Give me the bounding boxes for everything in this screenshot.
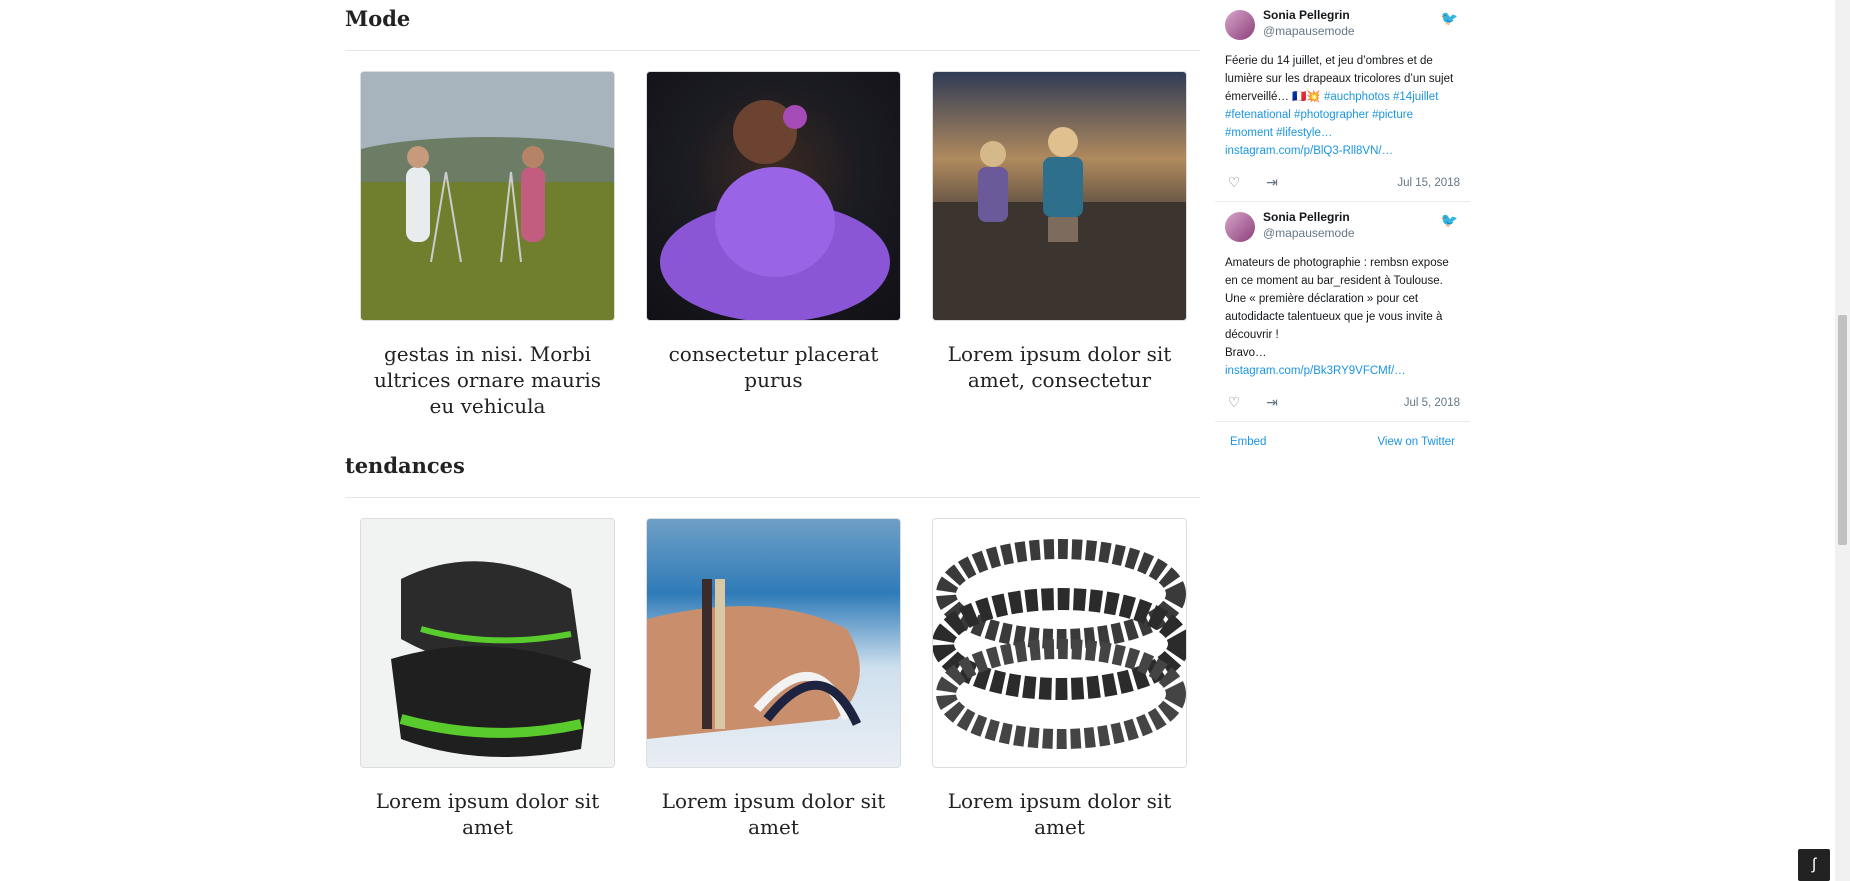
tweet-text: Féerie du 14 juillet, et jeu d’ombres et… xyxy=(1225,52,1460,160)
tweet-link[interactable]: instagram.com/p/Bk3RY9VFCMf/… xyxy=(1225,362,1460,380)
product-image[interactable] xyxy=(646,518,901,768)
tweet-date[interactable]: Jul 15, 2018 xyxy=(1397,177,1460,189)
product-caption[interactable]: Lorem ipsum dolor sit amet xyxy=(646,788,901,840)
avatar[interactable] xyxy=(1225,10,1255,40)
product-caption[interactable]: Lorem ipsum dolor sit amet xyxy=(932,788,1187,840)
twitter-bird-icon[interactable]: 🐦 xyxy=(1441,212,1458,229)
product-card[interactable]: Lorem ipsum dolor sit amet xyxy=(360,518,615,840)
symfony-icon[interactable]: ʃ xyxy=(1798,849,1830,881)
twitter-timeline: Sonia Pellegrin @mapausemode 🐦 Féerie du… xyxy=(1215,0,1470,462)
heart-icon[interactable]: ♡ xyxy=(1225,394,1243,411)
main-content: Mode gestas in nisi. Morbi ultrices orna… xyxy=(345,0,1200,840)
product-image[interactable] xyxy=(932,518,1187,768)
tweet[interactable]: Sonia Pellegrin @mapausemode 🐦 Féerie du… xyxy=(1215,0,1470,202)
product-image[interactable] xyxy=(932,71,1187,321)
product-card[interactable]: Lorem ipsum dolor sit amet xyxy=(646,518,901,840)
twitter-bird-icon[interactable]: 🐦 xyxy=(1441,10,1458,27)
tweet[interactable]: Sonia Pellegrin @mapausemode 🐦 Amateurs … xyxy=(1215,202,1470,422)
embed-link[interactable]: Embed xyxy=(1230,436,1266,448)
tweet-body-continued: Bravo… xyxy=(1225,347,1267,359)
section-title-tendances: tendances xyxy=(345,447,1200,498)
product-caption[interactable]: gestas in nisi. Morbi ultrices ornare ma… xyxy=(360,341,615,419)
product-caption[interactable]: Lorem ipsum dolor sit amet, consectetur xyxy=(932,341,1187,393)
heart-icon[interactable]: ♡ xyxy=(1225,174,1243,191)
product-image[interactable] xyxy=(360,71,615,321)
tendances-grid: Lorem ipsum dolor sit amet Lorem ipsum d… xyxy=(345,498,1200,840)
product-card[interactable]: Lorem ipsum dolor sit amet, consectetur xyxy=(932,71,1187,419)
product-card[interactable]: consectetur placerat purus xyxy=(646,71,901,419)
avatar[interactable] xyxy=(1225,212,1255,242)
tweet-body: Amateurs de photographie : rembsn expose… xyxy=(1225,257,1449,341)
tweet-author-handle[interactable]: @mapausemode xyxy=(1263,24,1355,38)
product-card[interactable]: gestas in nisi. Morbi ultrices ornare ma… xyxy=(360,71,615,419)
section-title-mode: Mode xyxy=(345,0,1200,51)
tweet-author-handle[interactable]: @mapausemode xyxy=(1263,226,1355,240)
view-on-twitter-link[interactable]: View on Twitter xyxy=(1377,436,1455,448)
tweet-link[interactable]: instagram.com/p/BlQ3-Rll8VN/… xyxy=(1225,142,1460,160)
scrollbar-thumb[interactable] xyxy=(1838,315,1847,545)
share-icon[interactable]: ⇥ xyxy=(1263,174,1281,191)
tweet-text: Amateurs de photographie : rembsn expose… xyxy=(1225,254,1460,380)
product-image[interactable] xyxy=(646,71,901,321)
tweet-date[interactable]: Jul 5, 2018 xyxy=(1404,397,1460,409)
page-scrollbar[interactable] xyxy=(1835,0,1850,881)
product-card[interactable]: Lorem ipsum dolor sit amet xyxy=(932,518,1187,840)
tweet-author-name[interactable]: Sonia Pellegrin xyxy=(1263,8,1355,22)
share-icon[interactable]: ⇥ xyxy=(1263,394,1281,411)
product-caption[interactable]: consectetur placerat purus xyxy=(646,341,901,393)
product-caption[interactable]: Lorem ipsum dolor sit amet xyxy=(360,788,615,840)
tweet-author-name[interactable]: Sonia Pellegrin xyxy=(1263,210,1355,224)
product-image[interactable] xyxy=(360,518,615,768)
mode-grid: gestas in nisi. Morbi ultrices ornare ma… xyxy=(345,51,1200,419)
